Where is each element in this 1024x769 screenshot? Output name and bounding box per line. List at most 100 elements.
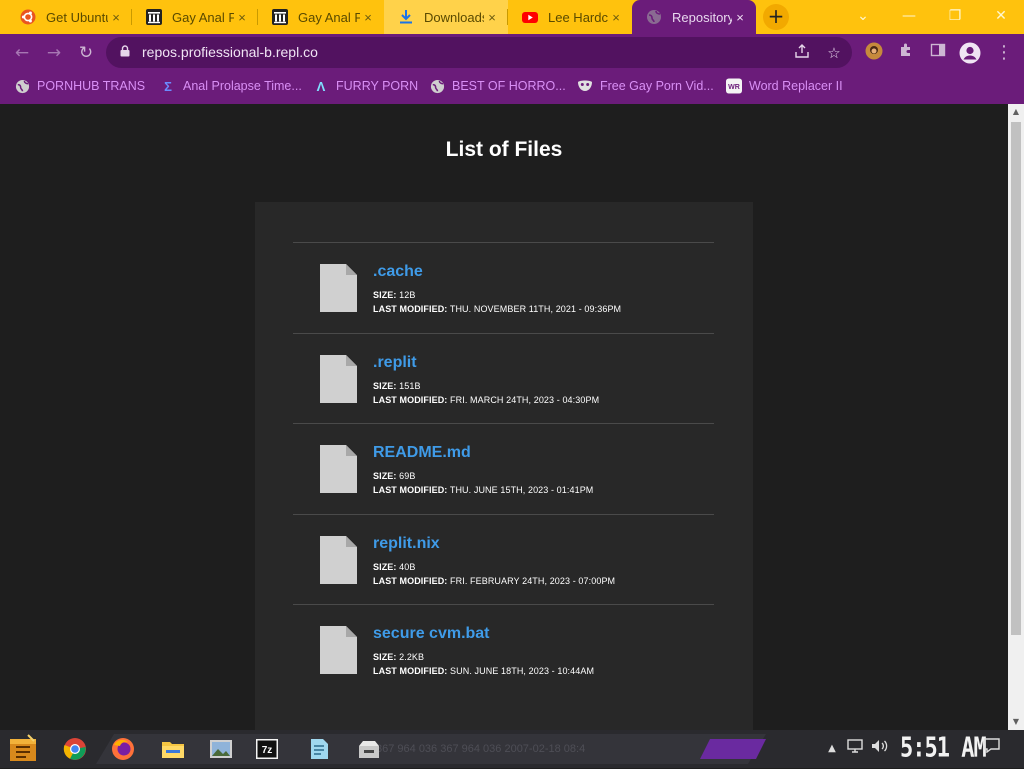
back-arrow-icon[interactable]: ←	[9, 40, 35, 66]
browser-menu-icon[interactable]: ⋮	[993, 42, 1015, 64]
tab-downloads[interactable]: Downloads ×	[384, 0, 508, 34]
share-icon[interactable]	[792, 43, 812, 63]
tab-youtube[interactable]: Lee Hardc ×	[508, 0, 632, 34]
bookmark-label: Word Replacer II	[749, 79, 843, 93]
ubuntu-icon	[20, 9, 36, 25]
new-tab-button[interactable]: +	[763, 4, 789, 30]
file-size: SIZE: 151B	[373, 381, 421, 391]
file-size: SIZE: 40B	[373, 562, 415, 572]
file-modified: LAST MODIFIED: FRI. FEBRUARY 24TH, 2023 …	[373, 576, 615, 586]
address-bar[interactable]: repos.profiessional-b.repl.co ☆	[106, 37, 852, 68]
tab-close-icon[interactable]: ×	[108, 10, 124, 25]
bookmark-best-of-horror[interactable]: BEST OF HORRO...	[429, 71, 566, 101]
tab-label: Lee Hardc	[548, 9, 608, 25]
bookmark-word-replacer[interactable]: WR Word Replacer II	[726, 71, 843, 101]
globe-icon	[646, 9, 662, 25]
7zip-icon[interactable]: 7z	[250, 733, 284, 765]
tab-search-icon[interactable]: ⌄	[840, 0, 886, 34]
vertical-scrollbar[interactable]: ▲ ▼	[1008, 104, 1024, 730]
forward-arrow-icon[interactable]: →	[41, 40, 67, 66]
size-label: SIZE:	[373, 380, 397, 391]
scroll-up-arrow-icon[interactable]: ▲	[1008, 104, 1024, 120]
minimize-button[interactable]: —	[886, 0, 932, 34]
profile-icon[interactable]	[959, 42, 981, 64]
volume-icon[interactable]	[870, 738, 890, 760]
file-row: .cache SIZE: 12B LAST MODIFIED: THU. NOV…	[293, 242, 714, 333]
tab-close-icon[interactable]: ×	[608, 10, 624, 25]
size-label: SIZE:	[373, 652, 397, 662]
maximize-button[interactable]: ❐	[932, 0, 978, 34]
tray-overflow-icon[interactable]: ▲	[826, 738, 838, 760]
file-modified: LAST MODIFIED: THU. NOVEMBER 11TH, 2021 …	[373, 304, 621, 314]
bookmark-label: Anal Prolapse Time...	[183, 79, 302, 93]
file-size-value: 40B	[399, 561, 416, 572]
bookmark-furry-porn[interactable]: Λ FURRY PORN	[313, 71, 419, 101]
tab-close-icon[interactable]: ×	[234, 10, 250, 25]
firefox-icon[interactable]	[106, 733, 140, 765]
file-name-link[interactable]: secure cvm.bat	[373, 625, 490, 643]
mask-icon	[577, 78, 593, 94]
tab-get-ubuntu[interactable]: Get Ubuntu ×	[6, 0, 132, 34]
notepad-icon[interactable]	[302, 733, 336, 765]
network-icon[interactable]	[846, 738, 864, 760]
globe-icon	[429, 78, 445, 94]
tab-label: Gay Anal P	[298, 9, 360, 25]
tab-gay-anal-1[interactable]: Gay Anal P ×	[132, 0, 258, 34]
youtube-icon	[522, 9, 538, 25]
bookmark-label: FURRY PORN	[336, 79, 419, 93]
bookmark-pornhub-trans[interactable]: PORNHUB TRANS	[14, 71, 145, 101]
tab-gay-anal-2[interactable]: Gay Anal P ×	[258, 0, 384, 34]
side-panel-icon[interactable]	[927, 42, 949, 64]
bookmark-label: PORNHUB TRANS	[37, 79, 146, 93]
file-name-link[interactable]: .replit	[373, 354, 417, 372]
folder-icon[interactable]	[156, 733, 190, 765]
clock[interactable]: 5:51 AM	[900, 729, 987, 769]
extensions-puzzle-icon[interactable]	[895, 42, 917, 64]
file-name-link[interactable]: README.md	[373, 444, 471, 462]
lambda-icon: Λ	[316, 78, 326, 94]
bookmark-label: Free Gay Porn Vid...	[600, 79, 714, 93]
browser-toolbar: ← → ↻ repos.profiessional-b.repl.co ☆ ⋮	[0, 34, 1024, 71]
taskbar-window-strip: 367 964 036 367 964 036 2007-02-18 08:4	[96, 734, 766, 764]
star-icon[interactable]: ☆	[824, 43, 844, 63]
file-modified-value: FRI. MARCH 24TH, 2023 - 04:30PM	[450, 394, 600, 405]
avatar-extension-icon[interactable]	[863, 42, 885, 64]
image-viewer-icon[interactable]	[204, 733, 238, 765]
modified-label: LAST MODIFIED:	[373, 485, 448, 495]
file-modified: LAST MODIFIED: SUN. JUNE 18TH, 2023 - 10…	[373, 666, 594, 676]
file-icon	[320, 535, 357, 584]
file-modified-value: SUN. JUNE 18TH, 2023 - 10:44AM	[450, 666, 595, 676]
svg-text:WR: WR	[728, 84, 740, 91]
bookmark-anal-prolapse[interactable]: Σ Anal Prolapse Time...	[160, 71, 302, 101]
globe-icon	[14, 78, 30, 94]
scrollbar-thumb[interactable]	[1011, 122, 1021, 635]
file-icon	[320, 626, 357, 674]
file-name-link[interactable]: replit.nix	[373, 535, 440, 553]
modified-label: LAST MODIFIED:	[373, 394, 448, 405]
bookmark-free-gay-porn[interactable]: Free Gay Porn Vid...	[577, 71, 714, 101]
lock-icon[interactable]	[120, 45, 130, 57]
reload-icon[interactable]: ↻	[73, 40, 99, 66]
modified-label: LAST MODIFIED:	[373, 666, 448, 676]
notifications-icon[interactable]	[982, 738, 1002, 760]
tab-label: Get Ubuntu	[46, 9, 108, 25]
file-size-value: 69B	[399, 471, 416, 481]
chrome-icon[interactable]	[58, 733, 92, 765]
size-label: SIZE:	[373, 290, 397, 300]
close-window-button[interactable]: ✕	[978, 0, 1024, 34]
tab-close-icon[interactable]: ×	[484, 10, 500, 25]
scroll-down-arrow-icon[interactable]: ▼	[1008, 714, 1024, 730]
wr-icon: WR	[726, 78, 742, 94]
tab-close-icon[interactable]: ×	[360, 10, 376, 25]
file-icon	[320, 445, 357, 493]
tab-repository[interactable]: Repository ×	[632, 0, 756, 34]
file-size: SIZE: 2.2KB	[373, 652, 424, 662]
file-name-link[interactable]: .cache	[373, 263, 423, 281]
installer-icon[interactable]	[352, 733, 386, 765]
start-button-icon[interactable]	[8, 733, 40, 765]
file-icon	[320, 264, 357, 312]
tab-strip: Get Ubuntu × Gay Anal P × Gay Anal P × D…	[0, 0, 1024, 34]
url-text[interactable]: repos.profiessional-b.repl.co	[142, 37, 318, 68]
tab-close-icon[interactable]: ×	[732, 10, 748, 25]
file-size-value: 151B	[399, 380, 421, 391]
